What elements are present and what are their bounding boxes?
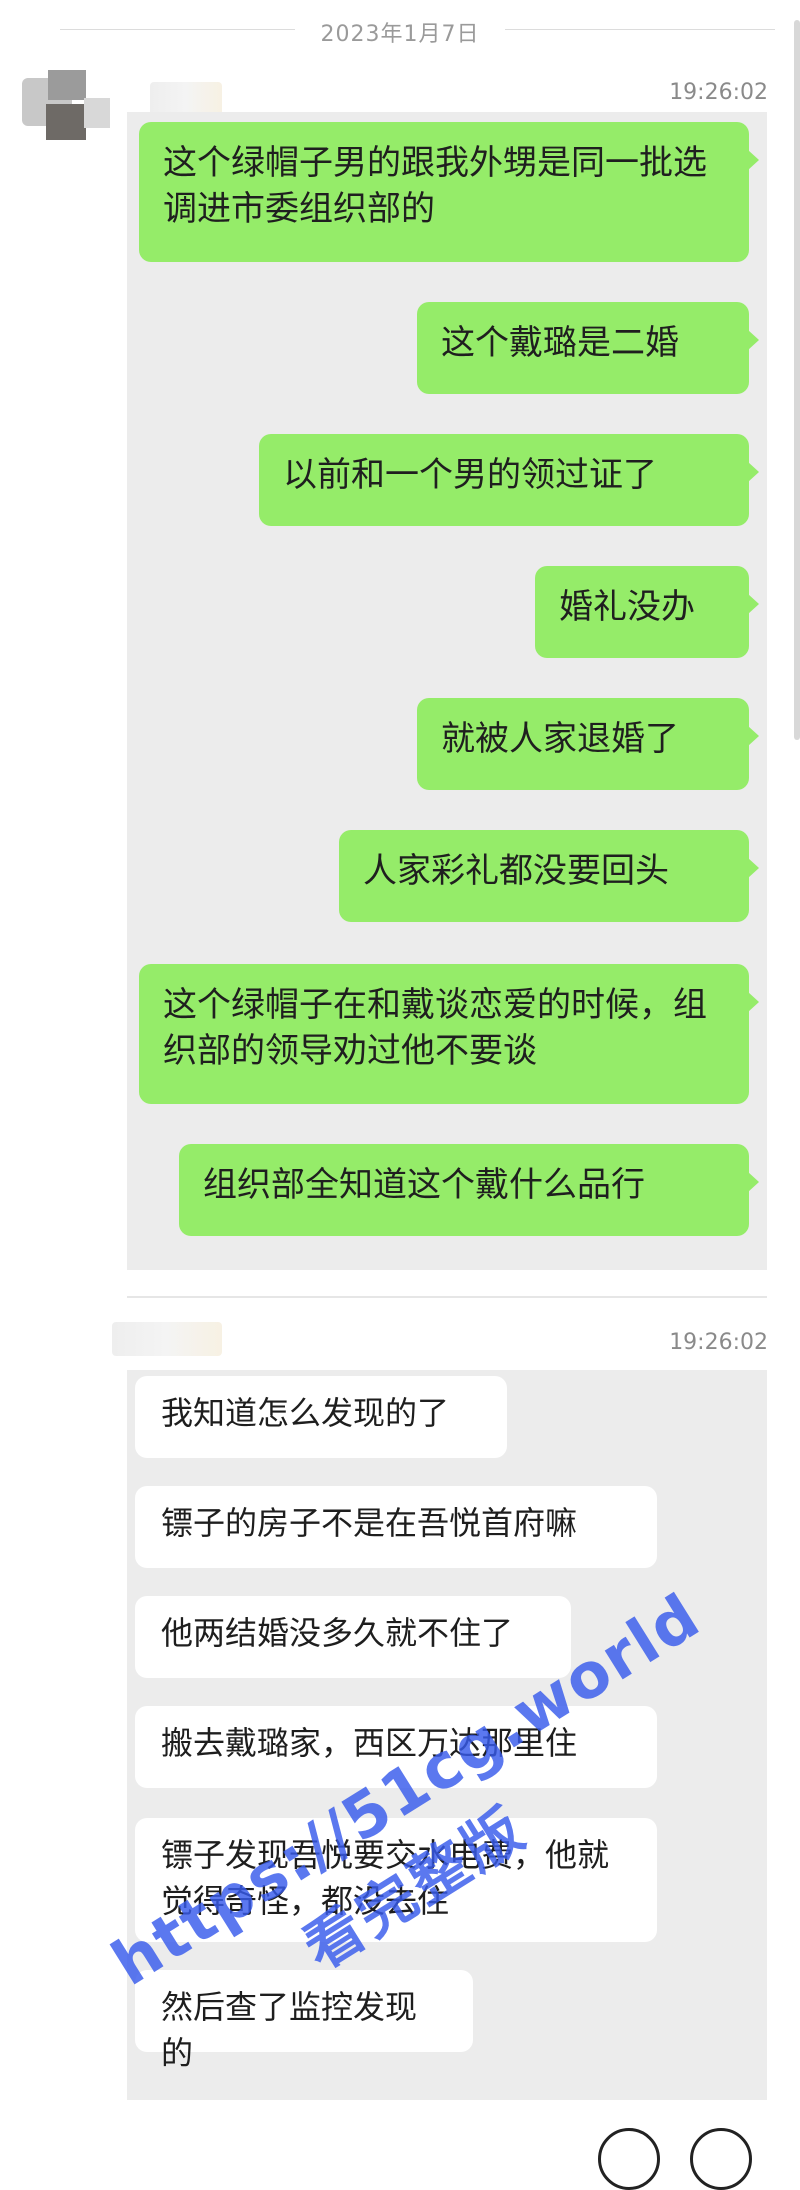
partial-icon (690, 2128, 752, 2190)
bubble-text: 我知道怎么发现的了 (161, 1394, 450, 1432)
bubble-tail (748, 858, 759, 878)
chat-bubble[interactable]: 然后查了监控发现的 (135, 1970, 473, 2072)
message-time: 19:26:02 (669, 1330, 768, 1355)
bubble-tail (748, 726, 759, 746)
divider (60, 29, 295, 30)
bubble-text: 婚礼没办 (559, 587, 695, 627)
chat-bubble[interactable]: 这个戴璐是二婚 (417, 302, 759, 394)
bubble-text: 就被人家退婚了 (441, 719, 679, 759)
chat-bubble[interactable]: 以前和一个男的领过证了 (259, 434, 759, 526)
chat-bubble[interactable]: 这个绿帽子男的跟我外甥是同一批选调进市委组织部的 (139, 122, 759, 262)
bubble-text: 搬去戴璐家，西区万达那里住 (161, 1724, 578, 1762)
bubble-text: 以前和一个男的领过证了 (283, 455, 657, 495)
bubble-tail (748, 594, 759, 614)
chat-bubble[interactable]: 就被人家退婚了 (417, 698, 759, 790)
bubble-tail (748, 150, 759, 170)
chat-bubble[interactable]: 婚礼没办 (535, 566, 759, 658)
date-label: 2023年1月7日 (320, 22, 480, 47)
bubble-text: 这个戴璐是二婚 (441, 323, 679, 363)
bubble-text: 镖子的房子不是在吾悦首府嘛 (161, 1504, 578, 1542)
bubble-tail (748, 1172, 759, 1192)
chat-bubble[interactable]: 镖子的房子不是在吾悦首府嘛 (135, 1486, 657, 1568)
divider (127, 1296, 767, 1298)
bubble-text: 人家彩礼都没要回头 (363, 851, 669, 891)
divider (505, 29, 775, 30)
bubble-tail (748, 462, 759, 482)
bubble-text: 这个绿帽子男的跟我外甥是同一批选调进市委组织部的 (163, 143, 707, 229)
message-time: 19:26:02 (669, 80, 768, 105)
sender-name (112, 1322, 222, 1356)
chat-bubble[interactable]: 这个绿帽子在和戴谈恋爱的时候，组织部的领导劝过他不要谈 (139, 964, 759, 1104)
bubble-text: 然后查了监控发现的 (161, 1988, 418, 2072)
bubble-text: 镖子发现吾悦要交水电费，他就觉得奇怪，都没去住 (161, 1836, 610, 1920)
chat-bubble[interactable]: 镖子发现吾悦要交水电费，他就觉得奇怪，都没去住 (135, 1818, 657, 1942)
chat-bubble[interactable]: 组织部全知道这个戴什么品行 (179, 1144, 759, 1236)
chat-bubble[interactable]: 我知道怎么发现的了 (135, 1376, 507, 1458)
chat-bubble[interactable]: 搬去戴璐家，西区万达那里住 (135, 1706, 657, 1788)
avatar[interactable] (12, 60, 112, 150)
sender-name (150, 82, 222, 116)
screenshot-image[interactable]: 我知道怎么发现的了 镖子的房子不是在吾悦首府嘛 他两结婚没多久就不住了 搬去戴璐… (127, 1370, 767, 2100)
screenshot-image[interactable]: 这个绿帽子男的跟我外甥是同一批选调进市委组织部的 这个戴璐是二婚 以前和一个男的… (127, 112, 767, 1270)
bubble-tail (748, 330, 759, 350)
chat-bubble[interactable]: 人家彩礼都没要回头 (339, 830, 759, 922)
chat-bubble[interactable]: 他两结婚没多久就不住了 (135, 1596, 571, 1678)
partial-icon (598, 2128, 660, 2190)
bubble-text: 这个绿帽子在和戴谈恋爱的时候，组织部的领导劝过他不要谈 (163, 985, 707, 1071)
date-separator: 2023年1月7日 (0, 12, 800, 47)
bubble-tail (748, 992, 759, 1012)
bubble-text: 组织部全知道这个戴什么品行 (203, 1165, 645, 1205)
scrollbar[interactable] (794, 20, 800, 740)
bubble-text: 他两结婚没多久就不住了 (161, 1614, 514, 1652)
